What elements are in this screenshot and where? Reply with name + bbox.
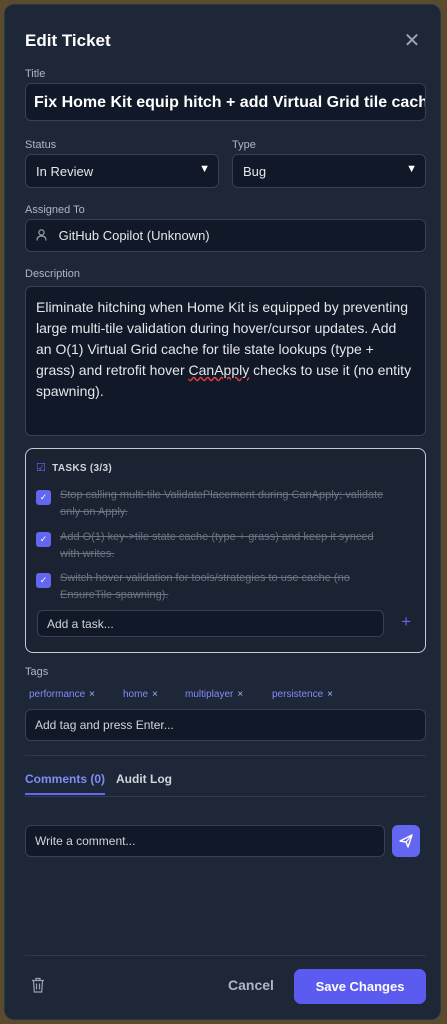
tasks-header: ☑ TASKS (3/3) — [36, 462, 112, 474]
tab-comments[interactable]: Comments (0) — [25, 772, 106, 795]
type-value: Bug — [243, 164, 267, 179]
tag-chip: performance × — [29, 689, 95, 700]
task-checkbox[interactable]: ✓ — [36, 532, 51, 547]
close-icon[interactable]: ✕ — [400, 29, 424, 53]
status-label: Status — [25, 139, 57, 151]
task-checkbox[interactable]: ✓ — [36, 573, 51, 588]
checklist-icon: ☑ — [36, 462, 47, 474]
task-checkbox[interactable]: ✓ — [36, 490, 51, 505]
tag-input[interactable]: Add tag and press Enter... — [25, 709, 426, 741]
tag-chip: persistence × — [272, 689, 333, 700]
assigned-value: GitHub Copilot (Unknown) — [58, 228, 210, 243]
tag-chip: home × — [123, 689, 158, 700]
task-label: Switch hover validation for tools/strate… — [60, 572, 350, 601]
assigned-field[interactable]: GitHub Copilot (Unknown) — [25, 219, 426, 252]
description-textarea[interactable]: Eliminate hitching when Home Kit is equi… — [25, 286, 426, 436]
chevron-down-icon: ▼ — [199, 163, 210, 175]
send-icon — [399, 834, 413, 848]
remove-tag-icon[interactable]: × — [152, 689, 158, 700]
tabs-divider — [25, 796, 426, 797]
title-input[interactable]: Fix Home Kit equip hitch + add Virtual G… — [25, 83, 426, 121]
task-item: ✓ Stop calling multi-tile ValidatePlacem… — [36, 487, 416, 521]
task-item: ✓ Switch hover validation for tools/stra… — [36, 570, 416, 604]
divider — [25, 755, 426, 756]
description-label: Description — [25, 268, 81, 280]
add-task-input[interactable]: Add a task... — [37, 610, 384, 637]
type-label: Type — [232, 139, 256, 151]
type-select[interactable]: Bug ▼ — [232, 154, 426, 188]
user-icon — [36, 228, 51, 243]
tasks-panel: ☑ TASKS (3/3) ✓ Stop calling multi-tile V… — [25, 448, 426, 653]
remove-tag-icon[interactable]: × — [237, 689, 243, 700]
status-value: In Review — [36, 164, 94, 179]
description-misspelled-word: CanApply — [188, 362, 250, 378]
tags-label: Tags — [25, 666, 49, 678]
chevron-down-icon: ▼ — [406, 163, 417, 175]
trash-icon[interactable] — [31, 977, 45, 997]
footer-divider — [25, 955, 426, 956]
send-button[interactable] — [392, 825, 420, 857]
add-task-plus-icon[interactable]: + — [401, 612, 411, 632]
tag-chip: multiplayer × — [185, 689, 244, 700]
status-select[interactable]: In Review ▼ — [25, 154, 219, 188]
assigned-label: Assigned To — [25, 204, 85, 216]
save-changes-button[interactable]: Save Changes — [294, 969, 426, 1004]
edit-ticket-modal: Edit Ticket ✕ Title Fix Home Kit equip h… — [4, 4, 441, 1020]
remove-tag-icon[interactable]: × — [89, 689, 95, 700]
tab-audit-log[interactable]: Audit Log — [116, 772, 172, 786]
task-item: ✓ Add O(1) key->tile state cache (type +… — [36, 529, 416, 563]
task-label: Add O(1) key->tile state cache (type + g… — [60, 531, 374, 560]
task-label: Stop calling multi-tile ValidatePlacemen… — [60, 489, 384, 518]
modal-header: Edit Ticket ✕ — [25, 29, 424, 59]
cancel-button[interactable]: Cancel — [228, 977, 274, 993]
remove-tag-icon[interactable]: × — [327, 689, 333, 700]
modal-title: Edit Ticket — [25, 31, 111, 50]
comment-input[interactable]: Write a comment... — [25, 825, 385, 857]
title-label: Title — [25, 68, 46, 80]
